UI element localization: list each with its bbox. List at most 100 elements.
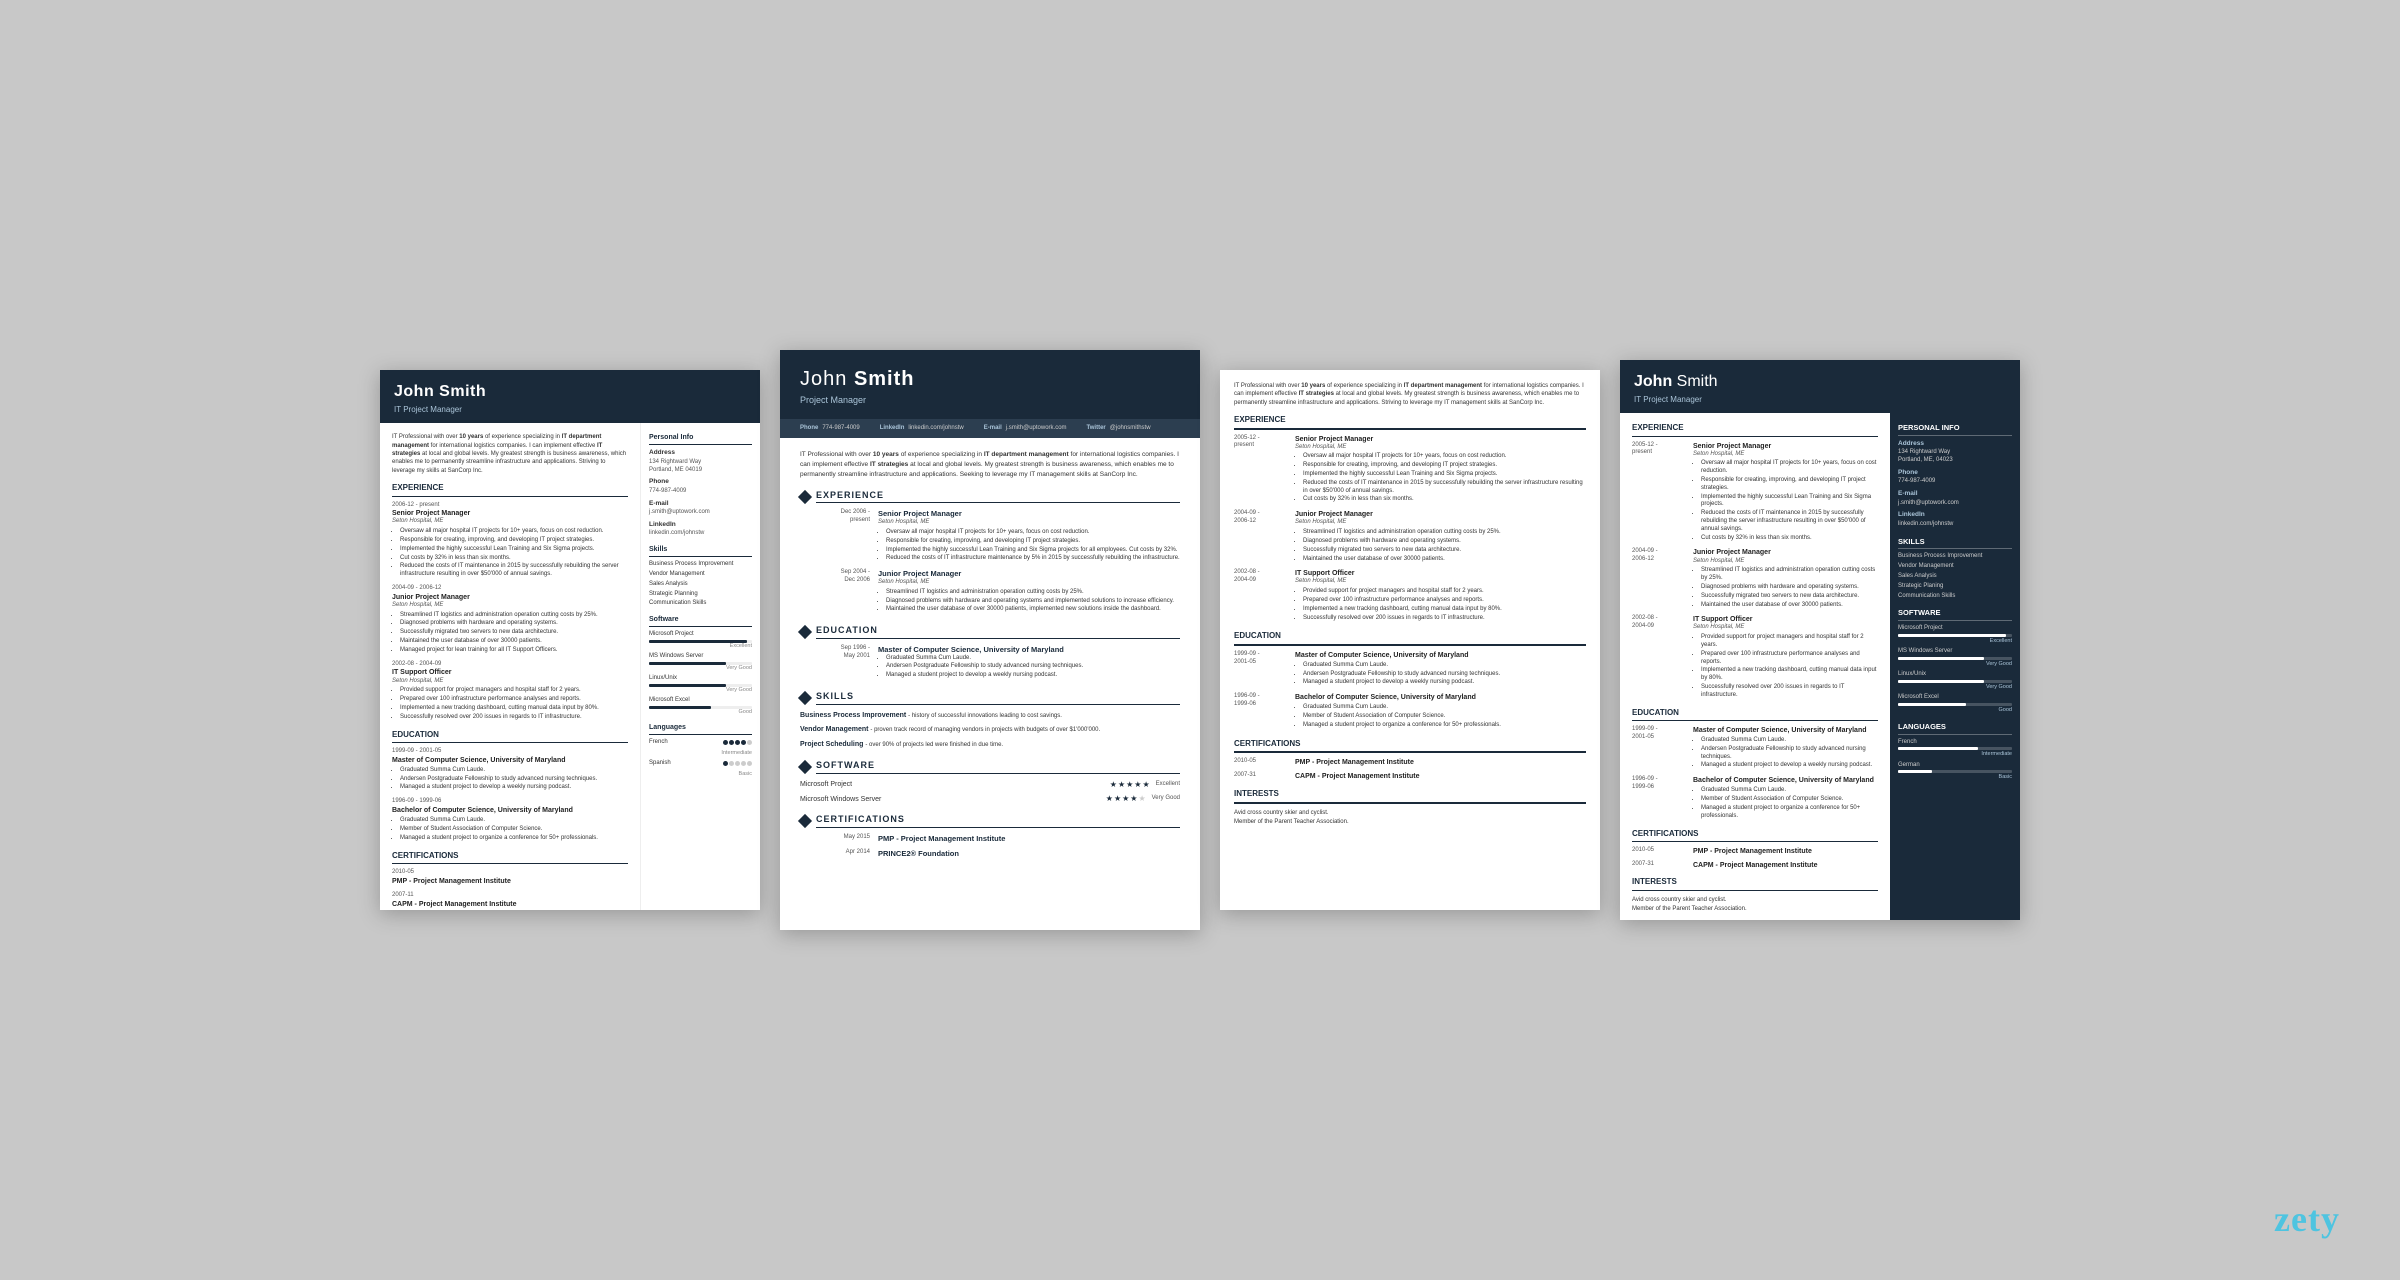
- bullet-item: Oversaw all major hospital IT projects f…: [886, 529, 1180, 537]
- bullet-item: Implemented the highly successful Lean T…: [400, 546, 628, 554]
- r4-lang-item: French Intermediate: [1898, 739, 2012, 759]
- bullet-item: Implemented the highly successful Lean T…: [1303, 471, 1586, 479]
- skill-desc: - over 90% of projects led were finished…: [865, 742, 1003, 748]
- r4-sw-name: MS Windows Server: [1898, 648, 2012, 656]
- resume4-edu-title: Education: [1632, 708, 1878, 721]
- r3-edu-bullets: Graduated Summa Cum Laude. Andersen Post…: [1295, 662, 1586, 687]
- r3-edu-title: Master of Computer Science, University o…: [1295, 651, 1586, 660]
- star: ★: [1138, 794, 1145, 804]
- bullet-item: Implemented a new tracking dashboard, cu…: [1303, 606, 1586, 614]
- r3-cert-dates: 2007-31: [1234, 772, 1289, 781]
- r3-bullets: Provided support for project managers an…: [1295, 588, 1586, 622]
- r2-edu-title: Master of Computer Science, University o…: [878, 645, 1180, 655]
- sidebar-phone-label: Phone: [649, 478, 752, 486]
- diamond-icon: [798, 760, 812, 774]
- resume2-exp-title: EXPERIENCE: [800, 490, 1180, 504]
- sw-stars: ★ ★ ★ ★ ★: [1110, 780, 1150, 790]
- resume4-sidebar: Personal Info Address 134 Rightward WayP…: [1890, 413, 2020, 920]
- bullet-item: Prepared over 100 infrastructure perform…: [1303, 597, 1586, 605]
- r4-sw-item: Microsoft Project Excellent: [1898, 625, 2012, 645]
- r4-skill-item: Strategic Planing: [1898, 583, 2012, 591]
- resume3-certs-title: Certifications: [1234, 739, 1586, 753]
- sw-label: Very Good: [1152, 795, 1180, 803]
- skill-name: Project Scheduling: [800, 741, 863, 748]
- r3-cert-title: PMP - Project Management Institute: [1295, 758, 1586, 767]
- r4-sw-bar: [1898, 703, 2012, 706]
- bullet-item: Maintained the user database of over 300…: [1701, 602, 1878, 610]
- page-background: John Smith IT Project Manager IT Profess…: [0, 0, 2400, 1280]
- bullet-item: Streamlined IT logistics and administrat…: [1303, 529, 1586, 537]
- r4-edu-bullets: Graduated Summa Cum Laude. Andersen Post…: [1693, 737, 1878, 770]
- edu-entry: 1999-09 - 2001-05 Master of Computer Sci…: [392, 748, 628, 792]
- bullet-item: Managed a student project to organize a …: [1303, 722, 1586, 730]
- lang-name: French: [649, 739, 668, 747]
- bullet-item: Successfully resolved over 200 issues in…: [1701, 684, 1878, 700]
- resume1-sidebar: Personal Info Address 134 Rightward WayP…: [640, 423, 760, 910]
- sw-item: MS Windows Server Very Good: [649, 653, 752, 672]
- resume4-interests: Avid cross country skier and cyclist.Mem…: [1632, 896, 1878, 915]
- twitter-value: @johnsmithstw: [1110, 425, 1151, 433]
- r2-cert-dates: Apr 2014: [800, 849, 870, 859]
- bullet-item: Responsible for creating, improving, and…: [1303, 462, 1586, 470]
- dot: [747, 761, 752, 766]
- star: ★: [1114, 794, 1121, 804]
- r2-job-title: Junior Project Manager: [878, 569, 1180, 579]
- r4-dates: 2005-12 -present: [1632, 442, 1687, 544]
- cert-title: CAPM - Project Management Institute: [392, 900, 628, 909]
- sidebar-skills-title: Skills: [649, 545, 752, 557]
- r4-bullets: Streamlined IT logistics and administrat…: [1693, 567, 1878, 609]
- r3-job: 2005-12 -present Senior Project Manager …: [1234, 435, 1586, 506]
- diamond-icon: [798, 691, 812, 705]
- resume1-main: IT Professional with over 10 years of ex…: [380, 423, 640, 910]
- sidebar-software-title: Software: [649, 615, 752, 627]
- zety-logo: zety: [2274, 1198, 2340, 1240]
- r4-sw-label: Excellent: [1898, 638, 2012, 645]
- r4-sw-item: MS Windows Server Very Good: [1898, 648, 2012, 668]
- phone-label: Phone: [800, 425, 818, 433]
- star: ★: [1122, 794, 1129, 804]
- resume1-name: John Smith: [394, 382, 746, 403]
- r4-job: 2005-12 -present Senior Project Manager …: [1632, 442, 1878, 544]
- r4-sw-name: Microsoft Excel: [1898, 694, 2012, 702]
- sw-name: MS Windows Server: [649, 653, 752, 661]
- r2-job-content: Junior Project Manager Seton Hospital, M…: [878, 569, 1180, 615]
- bullet-item: Prepared over 100 infrastructure perform…: [400, 696, 628, 704]
- bullet-item: Andersen Postgraduate Fellowship to stud…: [1303, 671, 1586, 679]
- dot: [723, 740, 728, 745]
- cert-title: PMP - Project Management Institute: [392, 877, 628, 886]
- resume2-certs-title: CERTIFICATIONS: [800, 814, 1180, 828]
- resume4-main: Experience 2005-12 -present Senior Proje…: [1620, 413, 1890, 920]
- email-value: j.smith@uptowork.com: [1006, 425, 1067, 433]
- r4-sidebar-software-title: Software: [1898, 608, 2012, 621]
- r4-job-title: Senior Project Manager: [1693, 442, 1878, 451]
- r4-cert-content: CAPM - Project Management Institute: [1693, 861, 1878, 870]
- bullet-item: Implemented a new tracking dashboard, cu…: [400, 705, 628, 713]
- edu-dates: 1996-09 - 1999-06: [392, 798, 628, 806]
- skill-item: Project Scheduling - over 90% of project…: [800, 740, 1180, 750]
- r4-skill-item: Vendor Management: [1898, 563, 2012, 571]
- job-bullets: Provided support for project managers an…: [392, 687, 628, 721]
- r4-edu-title: Master of Computer Science, University o…: [1693, 726, 1878, 735]
- bullet-item: Diagnosed problems with hardware and ope…: [400, 620, 628, 628]
- lang-label: Basic: [649, 771, 752, 778]
- resume1-title: IT Project Manager: [394, 405, 746, 415]
- job-company: Seton Hospital, ME: [392, 602, 628, 610]
- star: ★: [1110, 780, 1117, 790]
- contact-phone: Phone 774-987-4009: [800, 425, 860, 433]
- r4-edu: 1999-09 -2001-05 Master of Computer Scie…: [1632, 726, 1878, 771]
- r4-job-company: Seton Hospital, ME: [1693, 624, 1878, 632]
- bullet-item: Managed a student project to organize a …: [400, 835, 628, 843]
- resume3-edu-title: Education: [1234, 631, 1586, 645]
- r3-company: Seton Hospital, ME: [1295, 578, 1586, 586]
- skill-item: Sales Analysis: [649, 581, 752, 589]
- resume1-intro: IT Professional with over 10 years of ex…: [392, 433, 628, 475]
- dot: [723, 761, 728, 766]
- r2-bullets: Streamlined IT logistics and administrat…: [878, 589, 1180, 614]
- sw-item: Microsoft Excel Good: [649, 697, 752, 716]
- bullet-item: Diagnosed problems with hardware and ope…: [1701, 584, 1878, 592]
- r4-sidebar-address: 134 Rightward WayPortland, ME, 04023: [1898, 449, 2012, 465]
- section-label: SKILLS: [816, 691, 1180, 705]
- resume2-name: John Smith: [800, 366, 1180, 392]
- r3-job: 2002-08 -2004-09 IT Support Officer Seto…: [1234, 569, 1586, 623]
- job-bullets: Streamlined IT logistics and administrat…: [392, 612, 628, 655]
